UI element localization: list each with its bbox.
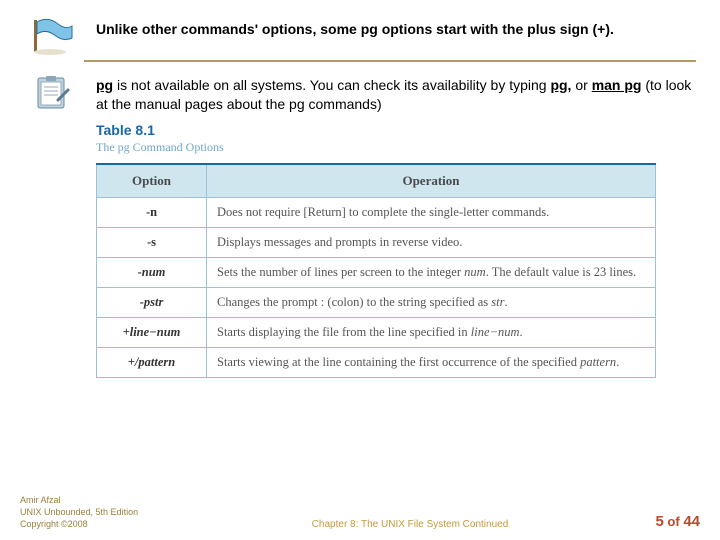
table-title: Table 8.1 [96, 122, 656, 138]
op-ital: line−num [471, 325, 520, 339]
op-post: . [519, 325, 522, 339]
opt-ital: +line−num [123, 325, 181, 339]
slide-page: Unlike other commands' options, some pg … [0, 0, 720, 540]
pg-term-2: pg, [550, 77, 571, 93]
footer-copyright: Copyright ©2008 [20, 518, 220, 530]
page-of: of [664, 514, 684, 529]
operation-cell: Displays messages and prompts in reverse… [207, 227, 656, 257]
note-clipboard-block: pg is not available on all systems. You … [24, 72, 696, 114]
operation-cell: Starts viewing at the line containing th… [207, 347, 656, 377]
table-row: -pstr Changes the prompt : (colon) to th… [97, 287, 656, 317]
op-ital: str [491, 295, 504, 309]
footer-credits: Amir Afzal UNIX Unbounded, 5th Edition C… [20, 494, 220, 530]
op-pre: Displays messages and prompts in reverse… [217, 235, 462, 249]
opt-cell: -n [97, 197, 207, 227]
note2-part2: or [571, 77, 591, 93]
table-row: +line−num Starts displaying the file fro… [97, 317, 656, 347]
clipboard-icon [24, 72, 80, 112]
slide-footer: Amir Afzal UNIX Unbounded, 5th Edition C… [0, 494, 720, 530]
op-pre: Sets the number of lines per screen to t… [217, 265, 464, 279]
op-ital: pattern [580, 355, 616, 369]
opt-cell: -num [97, 257, 207, 287]
opt-ital: +/pattern [128, 355, 175, 369]
operation-cell: Changes the prompt : (colon) to the stri… [207, 287, 656, 317]
man-pg-term: man pg [592, 77, 642, 93]
op-post: . [504, 295, 507, 309]
table-row: -s Displays messages and prompts in reve… [97, 227, 656, 257]
flag-icon [24, 16, 80, 56]
divider-rule [84, 60, 696, 62]
op-pre: Starts displaying the file from the line… [217, 325, 471, 339]
op-ital: num [464, 265, 486, 279]
table-row: -num Sets the number of lines per screen… [97, 257, 656, 287]
pg-term-1: pg [96, 77, 113, 93]
op-post: . The default value is 23 lines. [486, 265, 636, 279]
page-current: 5 [655, 513, 663, 530]
table-row: +/pattern Starts viewing at the line con… [97, 347, 656, 377]
page-total: 44 [683, 513, 700, 530]
opt-ital: -pstr [140, 295, 164, 309]
op-pre: Changes the prompt : (colon) to the stri… [217, 295, 491, 309]
col-header-operation: Operation [207, 164, 656, 198]
operation-cell: Starts displaying the file from the line… [207, 317, 656, 347]
opt-cell: -pstr [97, 287, 207, 317]
op-pre: Starts viewing at the line containing th… [217, 355, 580, 369]
note-flag-text: Unlike other commands' options, some pg … [96, 16, 696, 39]
table-row: -n Does not require [Return] to complete… [97, 197, 656, 227]
footer-page: 5 of 44 [600, 513, 700, 530]
col-header-option: Option [97, 164, 207, 198]
opt-ital: -num [138, 265, 166, 279]
opt-cell: +line−num [97, 317, 207, 347]
footer-book: UNIX Unbounded, 5th Edition [20, 506, 220, 518]
op-pre: Does not require [Return] to complete th… [217, 205, 549, 219]
footer-author: Amir Afzal [20, 494, 220, 506]
opt-cell: -s [97, 227, 207, 257]
note2-part1: is not available on all systems. You can… [113, 77, 550, 93]
options-table-block: Table 8.1 The pg Command Options Option … [96, 122, 656, 378]
op-post: . [616, 355, 619, 369]
note-flag-block: Unlike other commands' options, some pg … [24, 16, 696, 56]
footer-chapter: Chapter 8: The UNIX File System Continue… [220, 519, 600, 530]
opt-cell: +/pattern [97, 347, 207, 377]
options-table: Option Operation -n Does not require [Re… [96, 163, 656, 378]
operation-cell: Sets the number of lines per screen to t… [207, 257, 656, 287]
operation-cell: Does not require [Return] to complete th… [207, 197, 656, 227]
table-subtitle: The pg Command Options [96, 140, 656, 155]
note-clipboard-text: pg is not available on all systems. You … [96, 72, 696, 114]
